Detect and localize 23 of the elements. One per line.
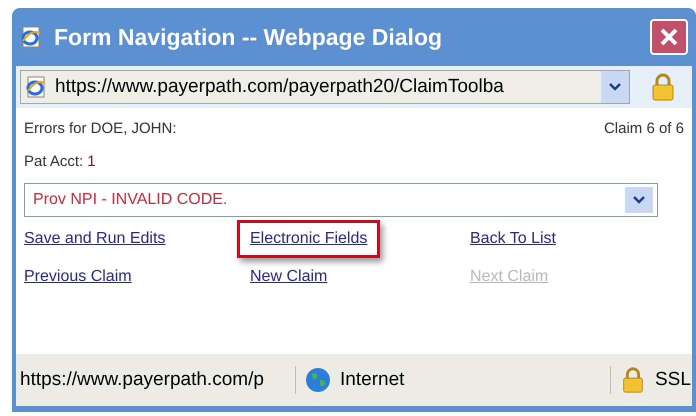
chevron-down-icon xyxy=(632,195,646,205)
link[interactable]: Back To List xyxy=(470,227,556,251)
ie-page-icon xyxy=(20,26,42,48)
status-url: https://www.payerpath.com/p xyxy=(16,366,296,394)
error-dropdown[interactable]: Prov NPI - INVALID CODE. xyxy=(24,183,658,217)
close-icon xyxy=(659,27,679,47)
address-dropdown-button[interactable] xyxy=(601,71,629,103)
link[interactable]: Save and Run Edits xyxy=(24,227,166,251)
ie-page-icon xyxy=(25,76,47,98)
patient-account-value: 1 xyxy=(87,152,96,172)
link[interactable]: Previous Claim xyxy=(24,265,132,289)
chevron-down-icon xyxy=(608,82,622,92)
close-button[interactable] xyxy=(650,19,688,55)
ssl-label: SSL xyxy=(655,368,691,392)
link[interactable]: New Claim xyxy=(250,265,328,289)
patient-account-label: Pat Acct: xyxy=(24,152,84,172)
address-field[interactable]: https://www.payerpath.com/payerpath20/ClaimToolba xyxy=(20,70,630,104)
claim-counter: Claim 6 of 6 xyxy=(604,119,684,139)
globe-icon xyxy=(304,366,332,394)
errors-label: Errors for DOE, JOHN: xyxy=(24,119,177,139)
security-zone: Internet xyxy=(340,368,404,392)
window-title: Form Navigation -- Webpage Dialog xyxy=(54,22,444,52)
link[interactable]: Electronic Fields xyxy=(237,220,380,258)
